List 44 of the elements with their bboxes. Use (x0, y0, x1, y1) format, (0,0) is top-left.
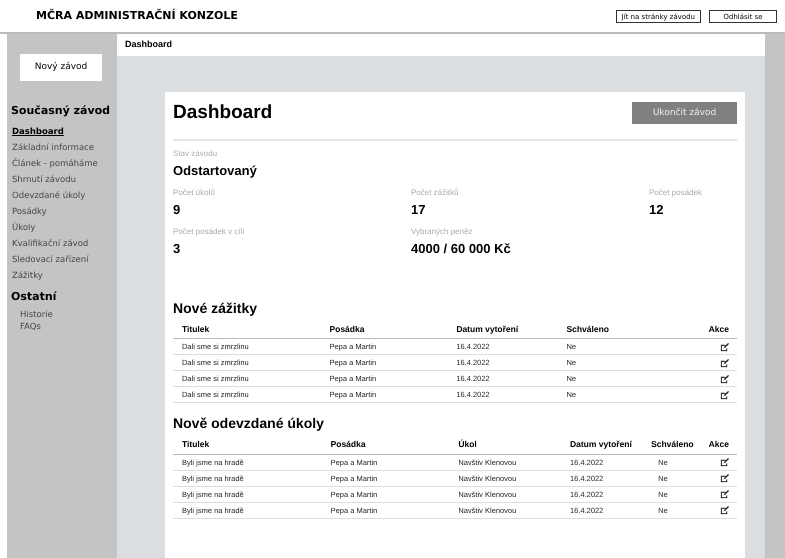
stat-value: 17 (411, 200, 426, 219)
sidebar-heading: Ostatní (11, 288, 58, 304)
column-header: Schváleno (557, 320, 700, 339)
stat-value: 9 (173, 200, 182, 219)
column-header: Úkol (449, 435, 561, 454)
stat-value: Odstartovaný (173, 162, 258, 180)
page-title: Dashboard (173, 102, 272, 125)
breadcrumb: Dashboard (117, 34, 765, 56)
column-header: Akce (700, 435, 737, 454)
stat-label: Stav závodu (173, 148, 218, 160)
sidebar-item[interactable]: Úkoly (7, 220, 117, 236)
sidebar-item[interactable]: Základní informace (7, 140, 117, 156)
sidebar-item[interactable]: Dashboard (7, 124, 117, 140)
column-header: Schváleno (642, 435, 700, 454)
column-header: Posádka (322, 435, 450, 454)
column-header: Titulek (173, 320, 320, 339)
stat-value: 3 (173, 240, 182, 258)
section-title: Nově odevzdané úkoly (173, 414, 325, 434)
sidebar-item[interactable]: Kvalifikační závod (7, 236, 117, 252)
end-race-button[interactable]: Ukončit závod (632, 102, 737, 124)
sidebar-item[interactable]: Sledovací zařízení (7, 252, 117, 268)
column-header: Datum vytoření (447, 320, 558, 339)
stat-label: Počet posádek v cíli (173, 226, 246, 238)
sidebar-item[interactable]: FAQs (7, 321, 117, 333)
sidebar-item[interactable]: Shrnutí závodu (7, 172, 117, 188)
sidebar-item[interactable]: Posádky (7, 204, 117, 220)
column-header: Titulek (173, 435, 322, 454)
column-header: Datum vytoření (560, 435, 642, 454)
stat-label: Počet úkolů (173, 186, 216, 199)
sidebar-heading: Současný závod (11, 103, 112, 119)
stat-label: Počet posádek (649, 186, 702, 199)
column-header: Akce (700, 320, 737, 339)
stat-label: Vybraných peněz (411, 226, 474, 238)
new-race-button[interactable]: Nový závod (20, 54, 102, 81)
column-header: Posádka (320, 320, 448, 339)
section-title: Nové zážitky (173, 298, 258, 318)
sidebar-item[interactable]: Článek - pomáháme (7, 156, 117, 172)
stat-label: Počet zážitků (411, 186, 460, 199)
sidebar-item[interactable]: Zážitky (7, 268, 117, 284)
app-title: MČRA ADMINISTRAČNÍ KONZOLE (36, 8, 238, 24)
stat-value: 12 (649, 200, 664, 219)
stat-value: 4000 / 60 000 Kč (411, 240, 512, 258)
sidebar-item[interactable]: Odevzdané úkoly (7, 188, 117, 204)
sidebar-item[interactable]: Historie (7, 309, 117, 321)
